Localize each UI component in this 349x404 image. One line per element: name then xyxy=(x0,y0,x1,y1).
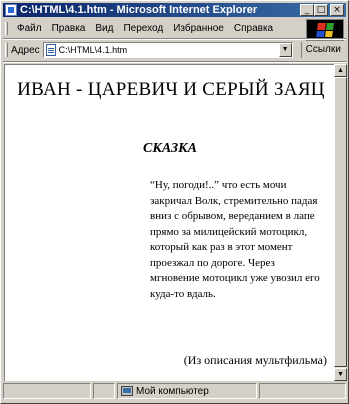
menu-help[interactable]: Справка xyxy=(229,23,278,34)
toolbar-grip[interactable] xyxy=(5,21,8,35)
address-value: C:\HTML\4.1.htm xyxy=(58,45,128,55)
menu-edit[interactable]: Правка xyxy=(47,23,91,34)
menu-go[interactable]: Переход xyxy=(118,23,168,34)
window-controls: _ □ × xyxy=(300,4,344,16)
toolbar-divider xyxy=(3,61,346,63)
close-button[interactable]: × xyxy=(330,4,344,16)
page-icon xyxy=(45,44,56,56)
address-bar: Адрес C:\HTML\4.1.htm ▼ Ссылки xyxy=(3,41,346,59)
epigraph-source: (Из описания мультфильма) xyxy=(183,353,327,367)
window-title: C:\HTML\4.1.htm - Microsoft Internet Exp… xyxy=(20,4,258,16)
links-button[interactable]: Ссылки xyxy=(300,42,341,58)
toolbar-divider xyxy=(3,38,346,40)
menu-view[interactable]: Вид xyxy=(90,23,118,34)
status-progress xyxy=(93,383,115,399)
browser-window: C:\HTML\4.1.htm - Microsoft Internet Exp… xyxy=(0,0,349,404)
page-title: ИВАН - ЦАРЕВИЧ И СЕРЫЙ ЗАЯЦ xyxy=(17,79,325,100)
status-resize-grip[interactable] xyxy=(259,383,346,399)
scroll-up-button[interactable]: ▲ xyxy=(334,64,347,77)
epigraph-text: “Ну, погоди!..” что есть мочи закричал В… xyxy=(150,179,320,300)
address-input[interactable]: C:\HTML\4.1.htm ▼ xyxy=(42,42,293,58)
status-message xyxy=(3,383,91,399)
page-subtitle: СКАЗКА xyxy=(143,141,197,156)
vertical-scrollbar[interactable]: ▲ ▼ xyxy=(334,64,347,381)
address-label: Адрес xyxy=(11,44,40,56)
menu-bar: Файл Правка Вид Переход Избранное Справк… xyxy=(3,20,303,36)
menu-file[interactable]: Файл xyxy=(12,23,47,34)
address-dropdown-button[interactable]: ▼ xyxy=(278,43,292,57)
computer-icon xyxy=(121,386,133,396)
status-zone-label: Мой компьютер xyxy=(136,385,209,397)
minimize-button[interactable]: _ xyxy=(300,4,314,16)
status-bar: Мой компьютер xyxy=(3,383,346,401)
maximize-button[interactable]: □ xyxy=(314,4,328,16)
toolbar-grip[interactable] xyxy=(5,43,8,57)
page-content: ИВАН - ЦАРЕВИЧ И СЕРЫЙ ЗАЯЦ СКАЗКА “Ну, … xyxy=(4,64,334,381)
scroll-down-button[interactable]: ▼ xyxy=(334,368,347,381)
title-bar[interactable]: C:\HTML\4.1.htm - Microsoft Internet Exp… xyxy=(3,3,346,17)
status-zone: Мой компьютер xyxy=(117,383,257,399)
scroll-thumb[interactable] xyxy=(334,77,347,367)
menu-favorites[interactable]: Избранное xyxy=(168,23,229,34)
ie-page-icon xyxy=(5,4,17,16)
